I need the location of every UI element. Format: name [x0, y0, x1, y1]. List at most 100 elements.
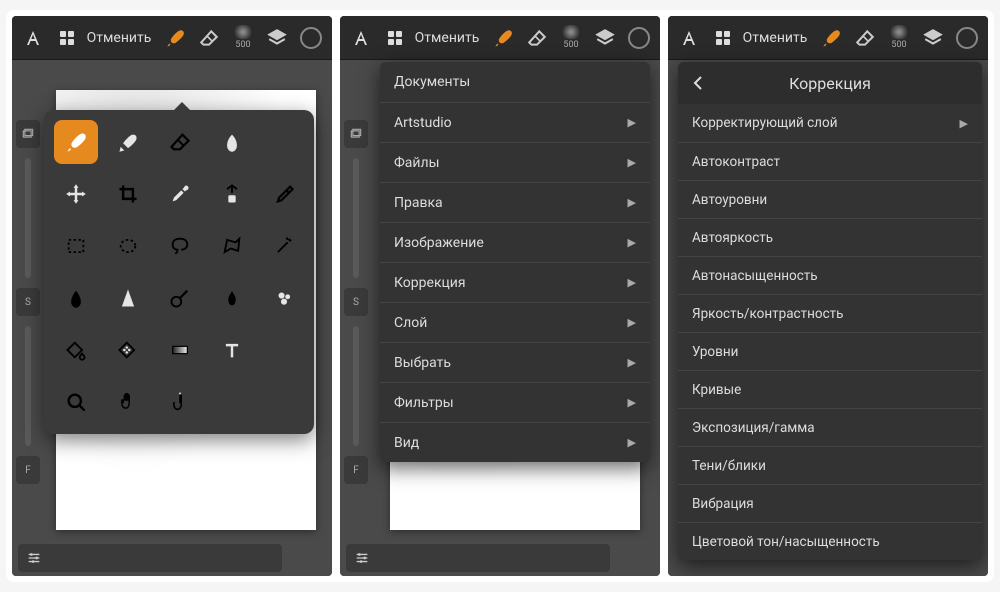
flow-slider[interactable] — [25, 326, 31, 446]
menu-item-label: Файлы — [394, 155, 439, 171]
bucket-tool[interactable] — [54, 328, 98, 372]
menu-item[interactable]: Документы — [380, 62, 650, 102]
submenu-arrow-icon: ▶ — [628, 156, 636, 169]
app-logo-icon[interactable] — [674, 20, 704, 56]
submenu-arrow-icon: ▶ — [960, 117, 968, 130]
ellipse-select-tool[interactable] — [106, 224, 150, 268]
color-swatch[interactable] — [624, 20, 654, 56]
back-button[interactable] — [678, 74, 718, 92]
brush-size-value: 500 — [891, 40, 906, 50]
brush-tool-icon[interactable] — [160, 20, 190, 56]
sliders-icon — [354, 550, 370, 566]
flow-label: F — [344, 456, 368, 484]
canvas-area[interactable]: S F — [12, 60, 332, 576]
undo-button[interactable]: Отменить — [742, 20, 808, 56]
menu-item[interactable]: Экспозиция/гамма — [678, 408, 982, 446]
menu-item[interactable]: Правка▶ — [380, 182, 650, 222]
menu-item[interactable]: Artstudio▶ — [380, 102, 650, 142]
menu-item[interactable]: Автояркость — [678, 218, 982, 256]
menu-item[interactable]: Файлы ▶ — [380, 142, 650, 182]
menu-item[interactable]: Выбрать▶ — [380, 342, 650, 382]
submenu-arrow-icon: ▶ — [628, 276, 636, 289]
menu-item[interactable]: Цветовой тон/насыщенность — [678, 522, 982, 560]
menu-item-label: Тени/блики — [692, 458, 766, 474]
heal-tool[interactable] — [262, 172, 306, 216]
bottom-settings-bar[interactable] — [346, 544, 610, 572]
menu-item-label: Корректирующий слой — [692, 115, 837, 131]
brush-tool[interactable] — [54, 120, 98, 164]
menu-grid-icon[interactable] — [708, 20, 738, 56]
canvas-area[interactable]: Коррекция Корректирующий слой ▶ Автоконтра… — [668, 60, 988, 576]
text-tool[interactable] — [210, 328, 254, 372]
app-logo-icon[interactable] — [18, 20, 48, 56]
dodge-tool[interactable] — [158, 276, 202, 320]
menu-item[interactable]: Корректирующий слой ▶ — [678, 104, 982, 142]
layers-icon[interactable] — [918, 20, 948, 56]
canvas-area[interactable]: S F ДокументыArtstudio▶Файлы▶Правка▶Изоб… — [340, 60, 660, 576]
menu-title: Коррекция — [718, 74, 982, 93]
eraser-tool-icon[interactable] — [522, 20, 552, 56]
brush-size-indicator[interactable]: 500 — [556, 20, 586, 56]
brush-preview-icon — [232, 25, 254, 39]
magic-wand-tool[interactable] — [262, 224, 306, 268]
burn-tool[interactable] — [210, 276, 254, 320]
brush-size-indicator[interactable]: 500 — [884, 20, 914, 56]
color-swatch[interactable] — [952, 20, 982, 56]
sponge-tool[interactable] — [262, 276, 306, 320]
eraser-tool-icon[interactable] — [194, 20, 224, 56]
sharpen-tool[interactable] — [106, 276, 150, 320]
app-logo-icon[interactable] — [346, 20, 376, 56]
size-slider[interactable] — [25, 158, 31, 278]
crop-tool[interactable] — [106, 172, 150, 216]
brush-size-indicator[interactable]: 500 — [228, 20, 258, 56]
clone-tool[interactable] — [210, 172, 254, 216]
menu-item[interactable]: Автоуровни — [678, 180, 982, 218]
lasso-tool[interactable] — [158, 224, 202, 268]
menu-item[interactable]: Коррекция▶ — [380, 262, 650, 302]
size-slider[interactable] — [353, 158, 359, 278]
menu-item[interactable]: Кривые — [678, 370, 982, 408]
rail-layers-icon[interactable] — [16, 120, 40, 148]
menu-item[interactable]: Уровни — [678, 332, 982, 370]
eraser-tool-icon[interactable] — [850, 20, 880, 56]
menu-grid-icon[interactable] — [52, 20, 82, 56]
menu-item[interactable]: Яркость/контрастность — [678, 294, 982, 332]
menu-item[interactable]: Изображение▶ — [380, 222, 650, 262]
color-swatch[interactable] — [296, 20, 326, 56]
zoom-tool[interactable] — [54, 380, 98, 424]
flow-slider[interactable] — [353, 326, 359, 446]
rect-select-tool[interactable] — [54, 224, 98, 268]
menu-item[interactable]: Автонасыщенность — [678, 256, 982, 294]
menu-item[interactable]: Фильтры▶ — [380, 382, 650, 422]
touch-tool[interactable] — [158, 380, 202, 424]
wet-brush-tool[interactable] — [106, 120, 150, 164]
gradient-tool[interactable] — [158, 328, 202, 372]
menu-item-label: Цветовой тон/насыщенность — [692, 534, 880, 550]
menu-grid-icon[interactable] — [380, 20, 410, 56]
menu-item-label: Документы — [394, 74, 470, 90]
menu-header: Коррекция — [678, 62, 982, 104]
screen-correction-menu: Отменить 500 Коррекция Корректирующий сл… — [668, 16, 988, 576]
bottom-settings-bar[interactable] — [18, 544, 282, 572]
undo-button[interactable]: Отменить — [414, 20, 480, 56]
menu-item[interactable]: Слой▶ — [380, 302, 650, 342]
undo-button[interactable]: Отменить — [86, 20, 152, 56]
menu-item[interactable]: Автоконтраст — [678, 142, 982, 180]
pattern-tool[interactable] — [106, 328, 150, 372]
menu-item[interactable]: Вибрация — [678, 484, 982, 522]
poly-lasso-tool[interactable] — [210, 224, 254, 268]
layers-icon[interactable] — [262, 20, 292, 56]
screen-main-menu: Отменить 500 S F ДокументыArtst — [340, 16, 660, 576]
blur-tool[interactable] — [54, 276, 98, 320]
menu-item[interactable]: Вид▶ — [380, 422, 650, 462]
eraser-tool[interactable] — [158, 120, 202, 164]
brush-tool-icon[interactable] — [816, 20, 846, 56]
rail-layers-icon[interactable] — [344, 120, 368, 148]
menu-item[interactable]: Тени/блики — [678, 446, 982, 484]
brush-tool-icon[interactable] — [488, 20, 518, 56]
pan-tool[interactable] — [106, 380, 150, 424]
eyedropper-tool[interactable] — [158, 172, 202, 216]
layers-icon[interactable] — [590, 20, 620, 56]
smudge-tool[interactable] — [210, 120, 254, 164]
move-tool[interactable] — [54, 172, 98, 216]
